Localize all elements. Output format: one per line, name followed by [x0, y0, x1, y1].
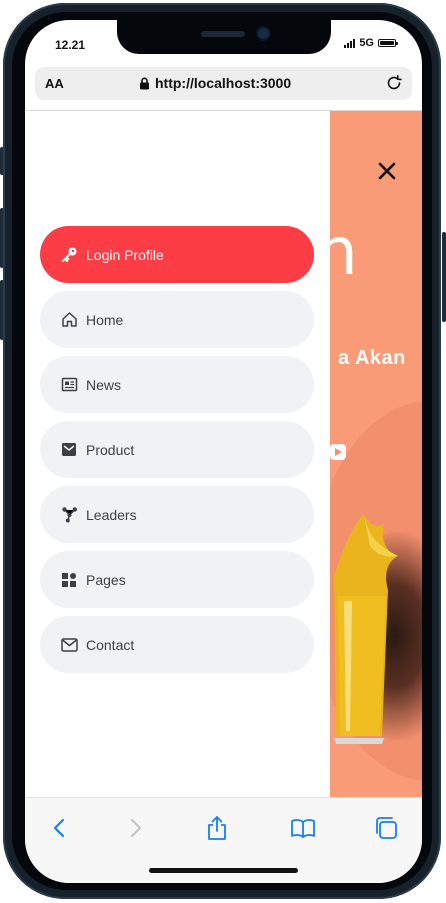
menu-item-label: Pages — [86, 571, 126, 588]
front-camera — [258, 28, 269, 39]
key-icon — [60, 246, 78, 264]
home-icon — [60, 311, 78, 329]
home-indicator — [149, 868, 298, 873]
book-icon — [291, 819, 315, 838]
reload-icon[interactable] — [384, 73, 404, 93]
url-text: http://localhost:3000 — [155, 75, 292, 91]
lock-icon — [140, 77, 149, 89]
mail-icon — [60, 636, 78, 654]
network-icon — [60, 506, 78, 524]
power-button — [442, 232, 446, 322]
menu-item-label: Home — [86, 311, 124, 328]
menu-item-label: Leaders — [86, 506, 137, 523]
tabs-button[interactable] — [372, 814, 400, 842]
page-content: n a Akan Login Profile Home News Product… — [25, 111, 422, 797]
url-display[interactable]: http://localhost:3000 — [139, 75, 291, 91]
share-icon — [208, 816, 226, 840]
status-time: 12.21 — [55, 38, 86, 52]
earpiece-speaker — [201, 31, 245, 37]
menu-item-home[interactable]: Home — [40, 291, 314, 348]
phone-screen: 12.21 5G AA http://localhost:3000 n a Ak… — [25, 20, 422, 883]
menu-item-login-profile[interactable]: Login Profile — [40, 226, 314, 283]
menu-item-leaders[interactable]: Leaders — [40, 486, 314, 543]
menu-item-label: Login Profile — [86, 246, 164, 263]
menu-list: Login Profile Home News Product Leaders … — [40, 226, 314, 681]
forward-button[interactable] — [122, 814, 150, 842]
status-indicators: 5G — [344, 37, 398, 49]
side-menu: Login Profile Home News Product Leaders … — [25, 111, 330, 797]
reader-settings-button[interactable]: AA — [45, 76, 64, 91]
hero-subtitle-fragment: a Akan — [338, 347, 406, 369]
menu-item-label: Product — [86, 441, 135, 458]
share-button[interactable] — [203, 814, 231, 842]
menu-item-label: Contact — [86, 636, 135, 653]
bookmarks-button[interactable] — [289, 814, 317, 842]
battery-icon — [378, 39, 398, 47]
notch — [117, 20, 331, 54]
envelope-box-icon — [60, 441, 78, 459]
menu-item-label: News — [86, 376, 122, 393]
tabs-icon — [376, 817, 397, 839]
close-icon[interactable] — [377, 161, 397, 181]
youtube-icon[interactable] — [330, 444, 346, 460]
address-bar[interactable]: AA http://localhost:3000 — [35, 67, 412, 100]
chevron-left-icon — [53, 818, 65, 838]
grid-icon — [60, 571, 78, 589]
menu-item-news[interactable]: News — [40, 356, 314, 413]
juice-glass-image — [334, 514, 398, 744]
newspaper-icon — [60, 376, 78, 394]
network-label: 5G — [359, 37, 374, 49]
menu-item-pages[interactable]: Pages — [40, 551, 314, 608]
signal-icon — [344, 38, 356, 48]
hero-background: n a Akan — [330, 111, 422, 797]
chevron-right-icon — [130, 818, 142, 838]
menu-item-product[interactable]: Product — [40, 421, 314, 478]
hero-heading-fragment: n — [330, 213, 358, 290]
back-button[interactable] — [45, 814, 73, 842]
menu-item-contact[interactable]: Contact — [40, 616, 314, 673]
